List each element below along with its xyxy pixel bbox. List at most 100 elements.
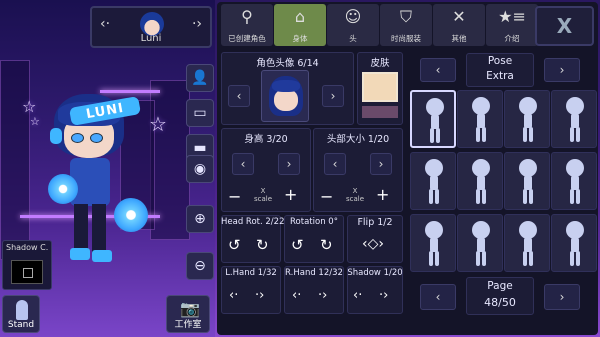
chevron-right-icon: › [330, 89, 336, 103]
pose-next-button[interactable]: › [544, 58, 580, 82]
height-label: 身高 3/20 [244, 134, 288, 145]
camera-icon: 📷 [180, 299, 200, 318]
skin-label: 皮肤 [370, 58, 390, 69]
background-image-button[interactable]: ▭ [186, 99, 214, 127]
rotation-label: Rotation 0° [290, 217, 338, 227]
shadow-color-label: Shadow C. [6, 243, 49, 252]
shirt-icon: ⛉ [399, 7, 412, 26]
scale-x-label: Xscale [253, 187, 273, 203]
head-size-label: 头部大小 1/20 [326, 134, 390, 145]
chevron-right-icon: › [559, 290, 565, 304]
skin-shade-bar [362, 106, 398, 118]
chevron-right-icon: › [378, 157, 384, 171]
shadow-prev-icon[interactable]: ‹· [353, 288, 362, 303]
rotate-left-icon[interactable]: ↺ [291, 236, 304, 254]
tab-other[interactable]: ✕ 其他 [433, 4, 485, 46]
pose-option[interactable] [551, 152, 597, 210]
chevron-left-icon[interactable]: ‹· [100, 16, 110, 32]
close-button[interactable]: X [535, 6, 594, 46]
head-scale-minus-icon[interactable]: − [320, 187, 333, 206]
chevron-right-icon: › [559, 63, 565, 77]
scale-x-minus-icon[interactable]: − [228, 187, 241, 206]
person-plus-icon: 👤 [191, 70, 209, 86]
chevron-right-icon[interactable]: ·› [192, 16, 202, 32]
left-hand-prev-icon[interactable]: ‹· [229, 288, 238, 303]
right-hand-next-icon[interactable]: ·› [318, 288, 327, 303]
skin-color-swatch[interactable] [362, 72, 398, 102]
head-scale-x-label: Xscale [345, 187, 365, 203]
stand-figure-icon [16, 300, 28, 320]
image-icon: ▭ [193, 105, 207, 121]
pose-option[interactable] [457, 214, 503, 272]
chevron-right-icon: › [286, 157, 292, 171]
height-decrease-button[interactable]: ‹ [232, 153, 254, 175]
cat-sword-icon: ✕ [452, 7, 466, 26]
page-label: Page [487, 280, 513, 292]
rotate-right-icon[interactable]: ↻ [320, 236, 333, 254]
chevron-left-icon: ‹ [240, 157, 246, 171]
shadow-next-icon[interactable]: ·› [379, 288, 388, 303]
pose-option[interactable] [504, 152, 550, 210]
head-size-increase-button[interactable]: › [370, 153, 392, 175]
star-icon: ☆ [22, 97, 37, 116]
studio-button[interactable]: 📷 工作室 [166, 295, 210, 333]
tab-fashion[interactable]: ⛉ 时尚服装 [380, 4, 432, 46]
pose-option[interactable] [551, 90, 597, 148]
tab-body[interactable]: ⌂ 身体 [274, 4, 326, 46]
pose-option[interactable] [504, 90, 550, 148]
head-size-decrease-button[interactable]: ‹ [324, 153, 346, 175]
pose-option[interactable] [457, 152, 503, 210]
page-prev-button[interactable]: ‹ [420, 284, 456, 310]
pose-prev-button[interactable]: ‹ [420, 58, 456, 82]
pose-option[interactable] [410, 152, 456, 210]
avatar-label: 角色头像 6/14 [256, 58, 319, 69]
zoom-out-button[interactable]: ⊖ [186, 252, 214, 280]
character-name-selector: ‹· ·› Luni [90, 6, 212, 48]
zoom-in-button[interactable]: ⊕ [186, 205, 214, 233]
stand-label: Stand [7, 320, 35, 330]
head-scale-plus-icon[interactable]: + [376, 185, 389, 204]
flip-label: Flip 1/2 [357, 217, 393, 228]
person-silhouette-icon: ⚲ [241, 7, 253, 26]
pose-subtitle: Extra [486, 70, 514, 82]
disc-prop [48, 174, 78, 204]
avatar-thumbnail[interactable] [261, 70, 309, 122]
hair-icon: ☺ [344, 7, 362, 26]
zoom-in-icon: ⊕ [194, 211, 206, 227]
rotate-left-icon[interactable]: ↺ [228, 236, 241, 254]
tab-created-characters[interactable]: ⚲ 已创建角色 [221, 4, 273, 46]
right-hand-label: R.Hand 12/32 [285, 268, 343, 278]
pose-option[interactable] [551, 214, 597, 272]
flip-icon[interactable]: ‹◇› [362, 236, 384, 252]
background-building [0, 60, 30, 260]
pose-option[interactable] [410, 90, 456, 148]
page-value: 48/50 [484, 296, 516, 309]
scale-x-plus-icon[interactable]: + [284, 185, 297, 204]
pose-title: Pose [487, 55, 513, 67]
visibility-button[interactable]: ◉ [186, 155, 214, 183]
stand-button[interactable]: Stand [2, 295, 40, 333]
character-figure[interactable]: LUNI [40, 88, 160, 278]
jacket-icon: ⌂ [294, 7, 306, 26]
avatar-next-button[interactable]: › [322, 85, 344, 107]
shadow-color-swatch [11, 260, 43, 284]
page-next-button[interactable]: › [544, 284, 580, 310]
star-list-icon: ★≡ [498, 7, 526, 26]
shadow-color-selector[interactable]: Shadow C. [2, 240, 52, 290]
left-hand-next-icon[interactable]: ·› [255, 288, 264, 303]
avatar-prev-button[interactable]: ‹ [228, 85, 250, 107]
pose-option[interactable] [457, 90, 503, 148]
pose-option[interactable] [410, 214, 456, 272]
rotate-right-icon[interactable]: ↻ [256, 236, 269, 254]
eye-icon: ◉ [193, 161, 207, 177]
height-increase-button[interactable]: › [278, 153, 300, 175]
left-hand-label: L.Hand 1/32 [225, 268, 277, 278]
pose-option[interactable] [504, 214, 550, 272]
tab-head[interactable]: ☺ 头 [327, 4, 379, 46]
shadow-label: Shadow 1/20 [347, 268, 403, 278]
right-hand-prev-icon[interactable]: ‹· [292, 288, 301, 303]
disc-prop [114, 198, 148, 232]
tab-intro[interactable]: ★≡ 介绍 [486, 4, 538, 46]
add-character-button[interactable]: 👤 [186, 64, 214, 92]
chevron-left-icon: ‹ [332, 157, 338, 171]
